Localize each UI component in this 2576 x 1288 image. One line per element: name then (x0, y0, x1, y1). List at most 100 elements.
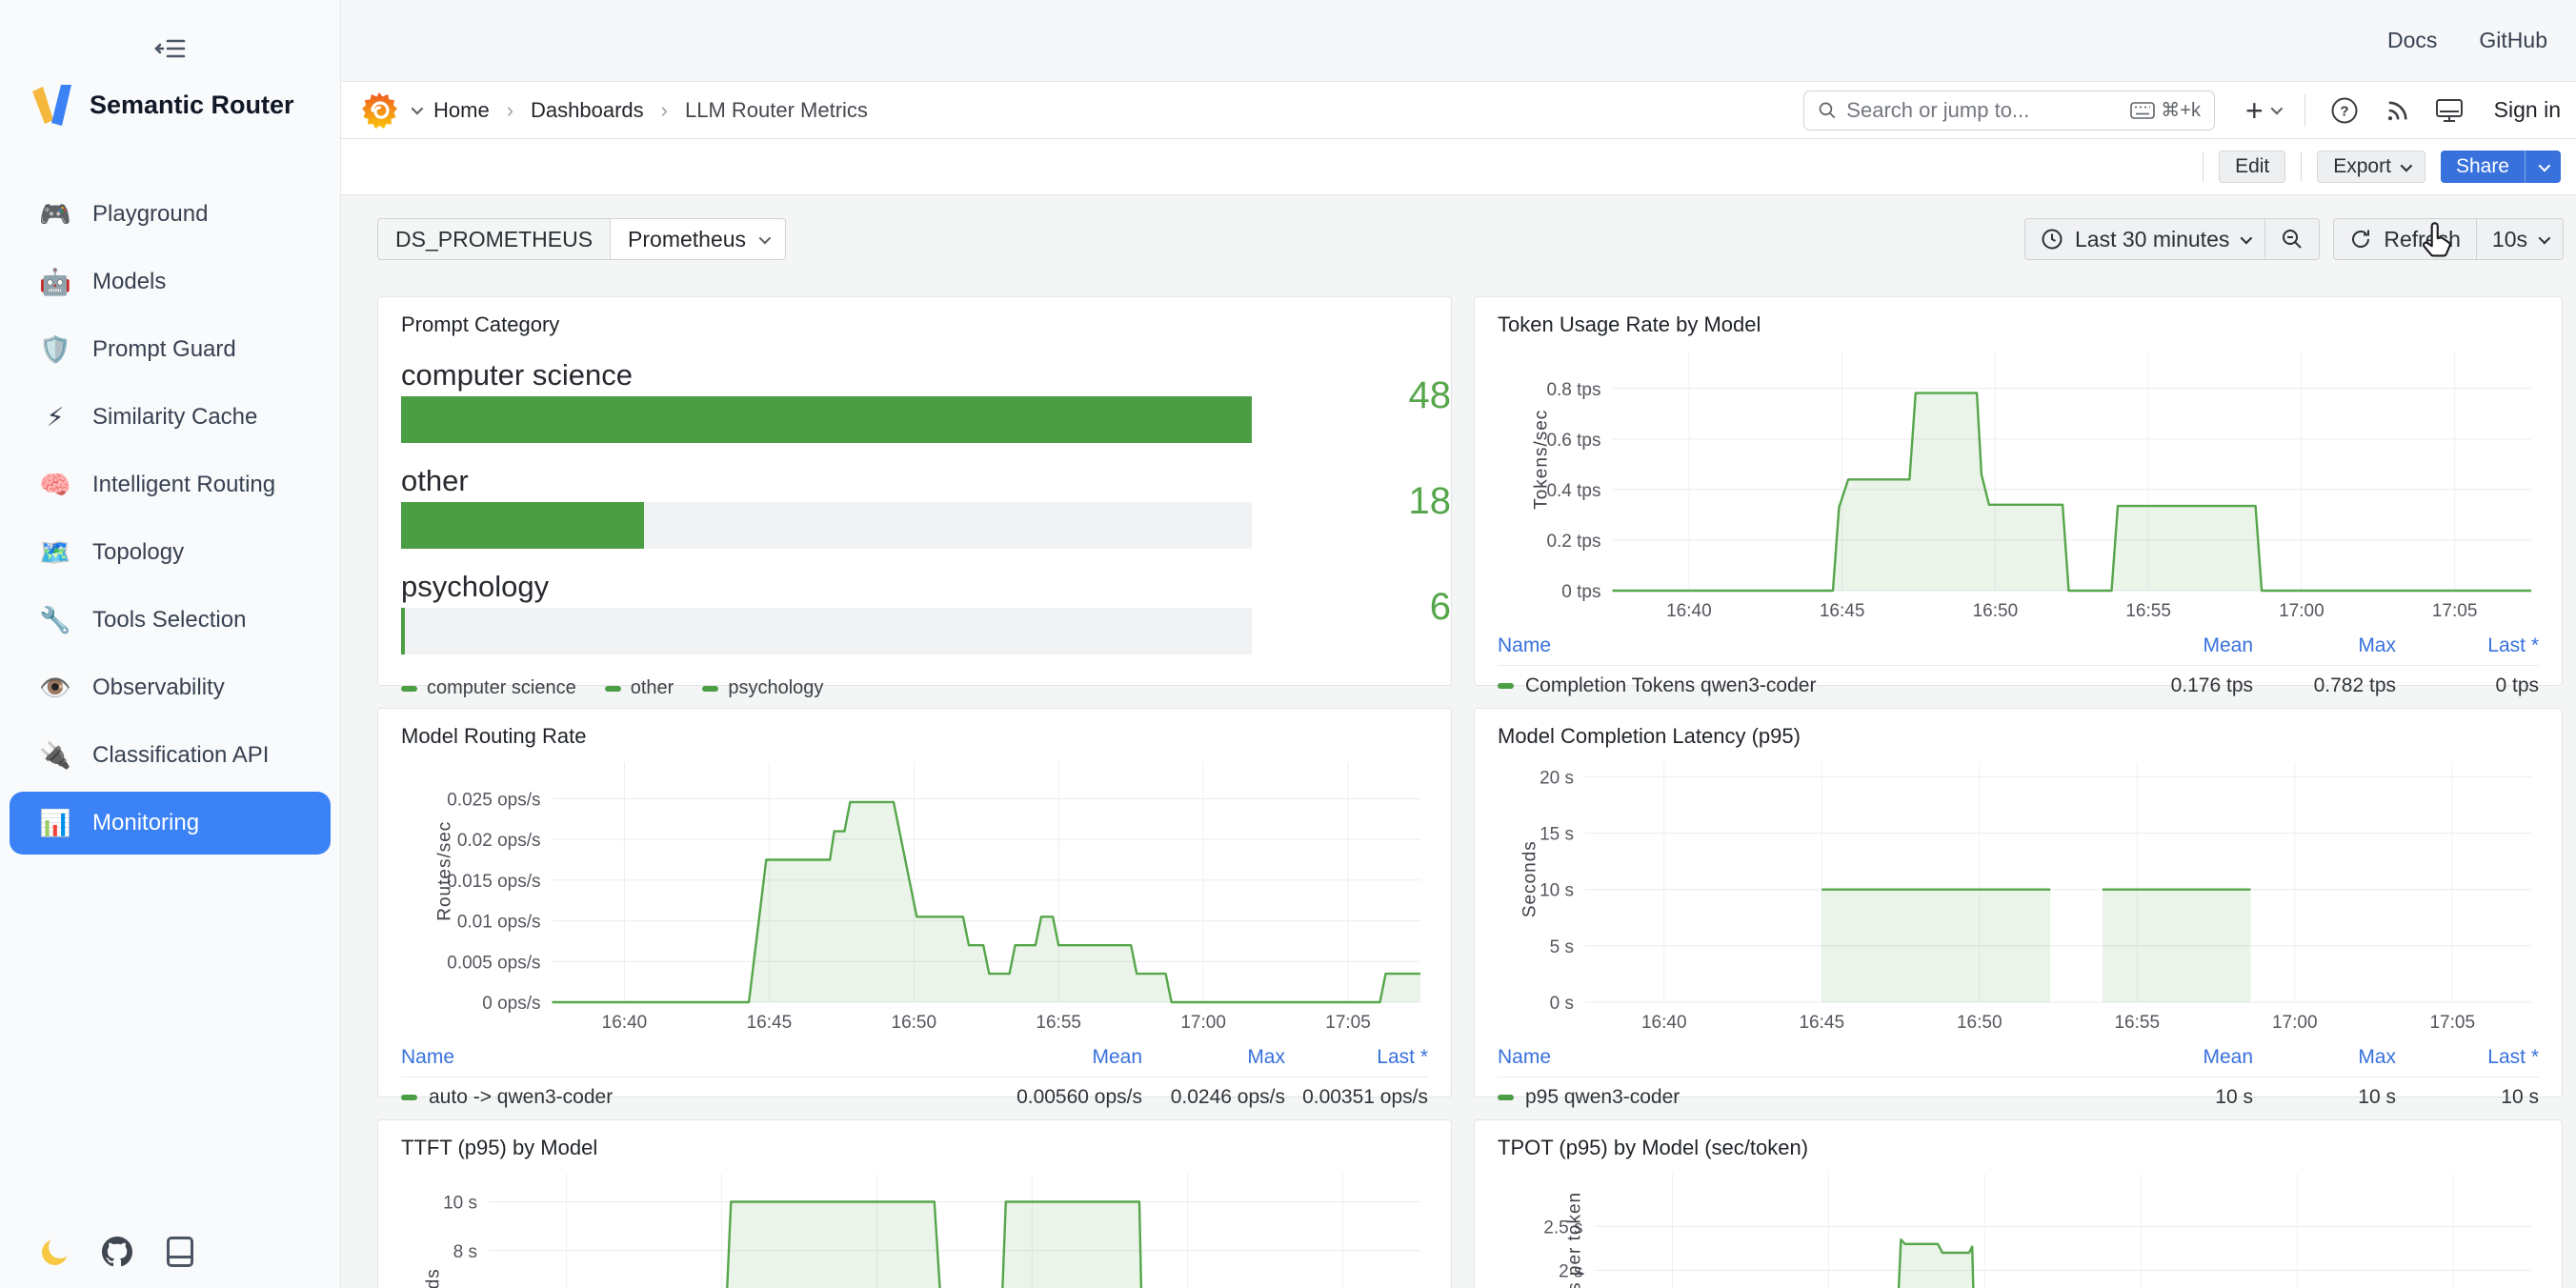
panel-title[interactable]: TTFT (p95) by Model (401, 1136, 1428, 1160)
panel-title[interactable]: Model Routing Rate (401, 724, 1428, 749)
docs-link[interactable]: Docs (2387, 28, 2437, 53)
sidebar-item-observability[interactable]: 👁️ Observability (10, 656, 331, 719)
divider (2301, 151, 2302, 182)
sidebar-item-prompt-guard[interactable]: 🛡️ Prompt Guard (10, 318, 331, 381)
sidebar: Semantic Router 🎮 Playground 🤖 Models 🛡️… (0, 0, 341, 1288)
y-axis-title: Tokens/sec (1532, 410, 1553, 510)
timeseries-plot[interactable]: 16:4016:4516:5016:5517:0017:050 s5 s10 s… (1498, 753, 2539, 1038)
series-swatch-icon (401, 686, 417, 692)
sidebar-item-playground[interactable]: 🎮 Playground (10, 183, 331, 246)
bar-gauge-row[interactable]: computer science 48 (401, 358, 1428, 443)
sidebar-item-classification-api[interactable]: 🔌 Classification API (10, 724, 331, 787)
bar-gauge-row[interactable]: other 18 (401, 464, 1428, 549)
sidebar-item-intelligent-routing[interactable]: 🧠 Intelligent Routing (10, 453, 331, 516)
series-swatch-icon (1498, 1095, 1514, 1100)
kiosk-monitor-icon[interactable] (2435, 97, 2464, 124)
bar-gauge-row[interactable]: psychology 6 (401, 570, 1428, 654)
dashboard-content: DS_PROMETHEUS Prometheus Last 30 minutes (341, 195, 2576, 1288)
series-swatch-icon (605, 686, 621, 692)
y-axis-title: Routes/sec (435, 821, 456, 921)
legend-col-last[interactable]: Last * (1285, 1046, 1428, 1069)
sidebar-item-models[interactable]: 🤖 Models (10, 251, 331, 313)
sidebar-item-tools-selection[interactable]: 🔧 Tools Selection (10, 589, 331, 652)
zoom-out-button[interactable] (2264, 219, 2319, 259)
share-menu-button[interactable] (2525, 151, 2561, 183)
panel-title[interactable]: TPOT (p95) by Model (sec/token) (1498, 1136, 2539, 1160)
time-range-picker[interactable]: Last 30 minutes (2025, 219, 2264, 259)
svg-text:16:55: 16:55 (2114, 1013, 2160, 1033)
docs-book-icon[interactable] (167, 1237, 193, 1267)
dark-mode-toggle-icon[interactable] (42, 1239, 68, 1265)
panel-completion-latency: Model Completion Latency (p95) Seconds 1… (1474, 708, 2563, 1097)
legend-table: Name Mean Max Last * p95 qwen3-coder 10 … (1498, 1040, 2539, 1109)
brand[interactable]: Semantic Router (0, 0, 340, 128)
refresh-button[interactable]: Refresh (2334, 219, 2476, 259)
panel-title[interactable]: Prompt Category (401, 312, 1428, 337)
share-button[interactable]: Share (2441, 151, 2525, 183)
legend-col-name[interactable]: Name (1498, 634, 2077, 657)
legend-col-last[interactable]: Last * (2396, 634, 2539, 657)
legend-row[interactable]: auto -> qwen3-coder 0.00560 ops/s 0.0246… (401, 1077, 1428, 1109)
svg-text:0 ops/s: 0 ops/s (482, 994, 540, 1014)
svg-text:17:05: 17:05 (2429, 1013, 2475, 1033)
svg-text:?: ? (2340, 103, 2348, 119)
svg-text:17:00: 17:00 (2272, 1013, 2318, 1033)
legend-col-mean[interactable]: Mean (2077, 634, 2253, 657)
svg-text:16:45: 16:45 (1820, 601, 1865, 621)
org-switcher-chevron-icon[interactable] (412, 103, 424, 115)
legend-row[interactable]: Completion Tokens qwen3-coder 0.176 tps … (1498, 666, 2539, 697)
legend-item[interactable]: psychology (702, 677, 823, 699)
legend-col-max[interactable]: Max (2253, 634, 2396, 657)
brand-title: Semantic Router (90, 91, 294, 120)
search-box[interactable]: ⌘+k (1803, 91, 2215, 131)
svg-text:0.025 ops/s: 0.025 ops/s (447, 790, 540, 810)
help-icon[interactable]: ? (2330, 96, 2359, 125)
legend-col-name[interactable]: Name (401, 1046, 966, 1069)
panel-ttft: TTFT (p95) by Model Seconds 16:4016:4516… (377, 1119, 1452, 1288)
sidebar-footer (42, 1237, 193, 1267)
clock-icon (2041, 228, 2063, 251)
sidebar-item-monitoring[interactable]: 📊 Monitoring (10, 792, 331, 855)
svg-text:10 s: 10 s (1540, 881, 1574, 901)
datasource-select[interactable]: Prometheus (611, 218, 786, 260)
edit-button[interactable]: Edit (2219, 151, 2285, 183)
sidebar-collapse-icon[interactable] (0, 36, 340, 61)
search-shortcut: ⌘+k (2130, 98, 2201, 122)
legend-col-max[interactable]: Max (2253, 1046, 2396, 1069)
svg-text:0.005 ops/s: 0.005 ops/s (447, 953, 540, 973)
export-button[interactable]: Export (2317, 151, 2425, 183)
panel-title[interactable]: Token Usage Rate by Model (1498, 312, 2539, 337)
legend-col-mean[interactable]: Mean (966, 1046, 1142, 1069)
sidebar-item-similarity-cache[interactable]: ⚡ Similarity Cache (10, 386, 331, 449)
grafana-logo-icon[interactable] (360, 91, 398, 131)
legend-item[interactable]: computer science (401, 677, 576, 699)
legend-col-mean[interactable]: Mean (2077, 1046, 2253, 1069)
panel-title[interactable]: Model Completion Latency (p95) (1498, 724, 2539, 749)
github-link[interactable]: GitHub (2479, 28, 2547, 53)
svg-text:20 s: 20 s (1540, 768, 1574, 788)
svg-text:16:45: 16:45 (1799, 1013, 1844, 1033)
svg-text:0.015 ops/s: 0.015 ops/s (447, 872, 540, 892)
legend-col-max[interactable]: Max (1142, 1046, 1285, 1069)
legend-col-name[interactable]: Name (1498, 1046, 2077, 1069)
timeseries-plot[interactable]: 16:4016:4516:5016:5517:0017:050 tps0.2 t… (1498, 341, 2539, 627)
new-menu-button[interactable]: + (2245, 95, 2280, 126)
github-icon[interactable] (102, 1237, 132, 1267)
legend-col-last[interactable]: Last * (2396, 1046, 2539, 1069)
lightning-icon: ⚡ (39, 403, 71, 433)
legend-item[interactable]: other (605, 677, 674, 699)
legend-row[interactable]: p95 qwen3-coder 10 s 10 s 10 s (1498, 1077, 2539, 1109)
sidebar-nav: 🎮 Playground 🤖 Models 🛡️ Prompt Guard ⚡ … (0, 183, 340, 855)
panel-token-usage: Token Usage Rate by Model Tokens/sec 16:… (1474, 296, 2563, 686)
timeseries-plot[interactable]: 16:4016:4516:5016:5517:0017:050 s0.5 s1 … (1498, 1164, 2539, 1288)
news-rss-icon[interactable] (2384, 97, 2410, 124)
breadcrumb-home[interactable]: Home (433, 98, 490, 123)
timeseries-plot[interactable]: 16:4016:4516:5016:5517:0017:050 ops/s0.0… (401, 753, 1428, 1038)
timeseries-plot[interactable]: 16:4016:4516:5016:5517:0017:050 s2 s4 s6… (401, 1164, 1428, 1288)
series-swatch-icon (1498, 683, 1514, 689)
sign-in-button[interactable]: Sign in (2494, 97, 2561, 123)
search-input[interactable] (1846, 98, 2121, 123)
sidebar-item-topology[interactable]: 🗺️ Topology (10, 521, 331, 584)
refresh-interval-select[interactable]: 10s (2476, 219, 2563, 259)
breadcrumb-dashboards[interactable]: Dashboards (531, 98, 644, 123)
